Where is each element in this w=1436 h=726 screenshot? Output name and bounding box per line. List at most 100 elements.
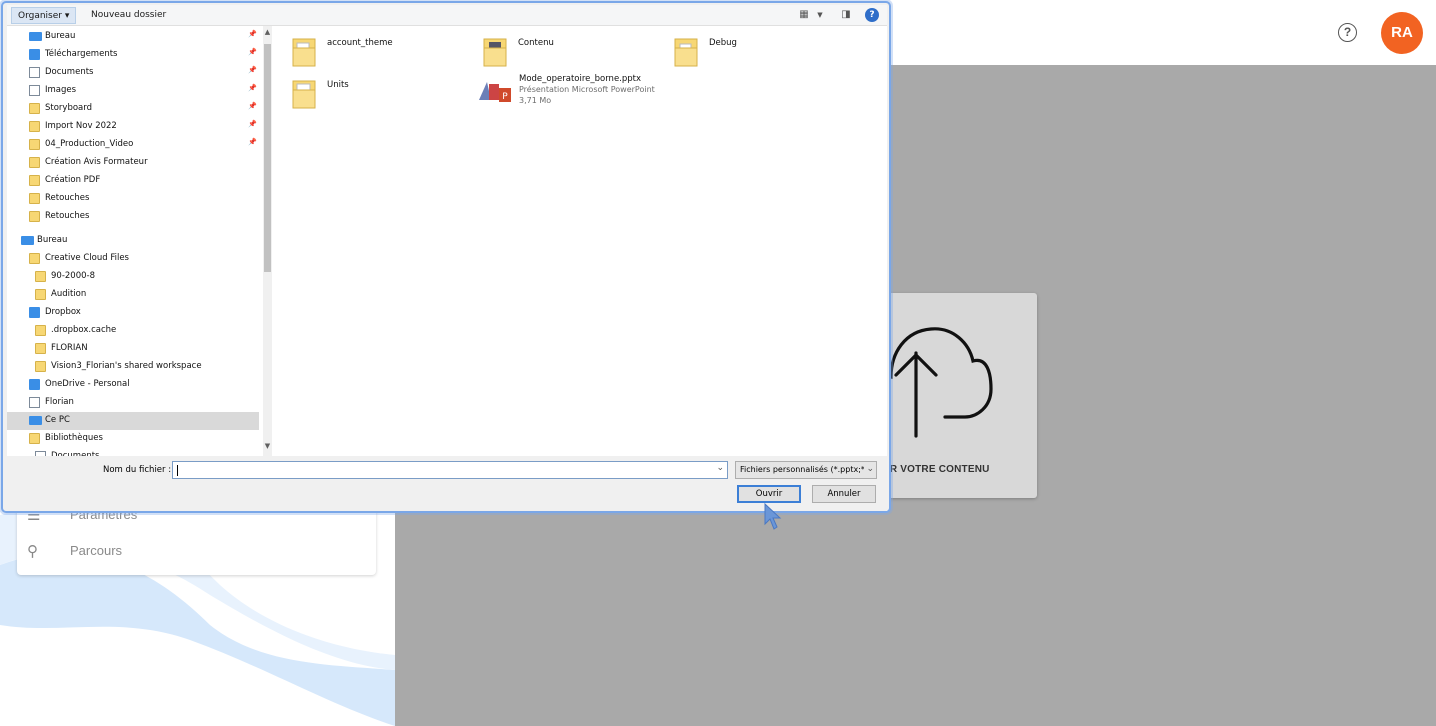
avatar[interactable]: RA — [1381, 12, 1423, 54]
nav-item-label: .dropbox.cache — [51, 325, 117, 335]
synced-folder-icon — [35, 271, 46, 282]
file-name: Debug — [709, 38, 737, 48]
pin-icon: 📌 — [248, 84, 257, 92]
pin-icon: 📌 — [248, 120, 257, 128]
folder-icon — [29, 103, 40, 114]
filetype-select[interactable]: Fichiers personnalisés (*.pptx;*. ⌄ — [735, 461, 877, 479]
folder-icon — [29, 157, 40, 168]
nav-item[interactable]: Retouches — [7, 208, 259, 226]
route-icon: ⚲ — [27, 543, 38, 560]
nav-item[interactable]: Création Avis Formateur — [7, 154, 259, 172]
nav-item[interactable]: 04_Production_Video 📌 — [7, 136, 259, 154]
nav-item[interactable]: Import Nov 2022 📌 — [7, 118, 259, 136]
nav-item[interactable]: Téléchargements 📌 — [7, 46, 259, 64]
help-icon[interactable]: ? — [1338, 23, 1357, 42]
nav-item[interactable]: Ce PC — [7, 412, 259, 430]
synced-folder-icon — [35, 289, 46, 300]
file-item-contenu[interactable]: Contenu — [483, 36, 663, 72]
file-name: Contenu — [518, 38, 554, 48]
sidebar-item-parcours[interactable]: ⚲ Parcours — [17, 534, 376, 570]
nav-item-label: 90-2000-8 — [51, 271, 95, 281]
nav-item-label: Creative Cloud Files — [45, 253, 129, 263]
nav-item[interactable]: Vision3_Florian's shared workspace — [7, 358, 259, 376]
new-folder-button[interactable]: Nouveau dossier — [85, 7, 172, 24]
nav-item[interactable]: Bibliothèques — [7, 430, 259, 448]
dialog-footer: Nom du fichier : ⌄ Fichiers personnalisé… — [7, 456, 887, 511]
folder-icon — [35, 361, 46, 372]
nav-item[interactable]: Florian — [7, 394, 259, 412]
pin-icon: 📌 — [248, 48, 257, 56]
nav-item[interactable]: Création PDF — [7, 172, 259, 190]
file-list-pane: account_theme Contenu Debug Units P Mode… — [272, 26, 887, 456]
nav-item[interactable]: OneDrive - Personal — [7, 376, 259, 394]
dropbox-icon — [29, 307, 40, 318]
sidebar-item-label: Parcours — [70, 543, 123, 558]
folder-icon — [29, 193, 40, 204]
nav-item-label: Bureau — [45, 31, 76, 41]
folder-icon — [29, 175, 40, 186]
folder-icon — [29, 121, 40, 132]
nav-item-label: FLORIAN — [51, 343, 88, 353]
cancel-button[interactable]: Annuler — [812, 485, 876, 503]
onedrive-icon — [29, 379, 40, 390]
nav-item[interactable]: .dropbox.cache — [7, 322, 259, 340]
scroll-up-icon[interactable]: ▲ — [263, 28, 272, 40]
help-icon[interactable]: ? — [865, 8, 879, 22]
nav-item[interactable]: 90-2000-8 — [7, 268, 259, 286]
text-caret — [177, 465, 178, 476]
organiser-button[interactable]: Organiser ▾ — [11, 7, 77, 24]
file-item-debug[interactable]: Debug — [674, 36, 854, 72]
file-item-units[interactable]: Units — [292, 78, 472, 114]
scroll-down-icon[interactable]: ▼ — [263, 442, 272, 454]
nav-item[interactable]: Dropbox — [7, 304, 259, 322]
nav-item-label: Florian — [45, 397, 74, 407]
nav-scrollbar[interactable]: ▲ ▼ — [263, 26, 272, 456]
file-open-dialog: Organiser ▾ Nouveau dossier ▦ ▼ ◨ ? Bure… — [1, 1, 891, 513]
file-name: account_theme — [327, 38, 393, 48]
pc-icon — [29, 416, 42, 425]
powerpoint-file-icon: P — [479, 82, 511, 102]
folder-icon — [674, 38, 698, 67]
nav-item[interactable]: Documents 📌 — [7, 64, 259, 82]
user-icon — [29, 397, 40, 408]
nav-item-label: Images — [45, 85, 77, 95]
svg-text:P: P — [502, 92, 508, 102]
chevron-down-icon[interactable]: ⌄ — [864, 464, 874, 474]
mouse-cursor-icon — [764, 503, 782, 530]
nav-item-label: 04_Production_Video — [45, 139, 134, 149]
nav-item[interactable]: Images 📌 — [7, 82, 259, 100]
documents-icon — [29, 67, 40, 78]
file-item-mode-operatoire[interactable]: P Mode_operatoire_borne.pptx Présentatio… — [477, 74, 677, 114]
nav-item-label: Création PDF — [45, 175, 101, 185]
images-icon — [29, 85, 40, 96]
nav-item-label: Import Nov 2022 — [45, 121, 117, 131]
desktop-icon — [29, 32, 42, 41]
view-options-icon[interactable]: ▦ — [797, 8, 811, 22]
nav-item-label: Audition — [51, 289, 87, 299]
chevron-down-icon[interactable]: ⌄ — [716, 463, 724, 473]
scroll-thumb[interactable] — [264, 44, 271, 272]
nav-item[interactable]: Audition — [7, 286, 259, 304]
nav-item[interactable]: Documents — [7, 448, 259, 456]
nav-item-label: Téléchargements — [45, 49, 118, 59]
nav-item[interactable]: Bureau — [7, 232, 259, 250]
nav-item-label: Retouches — [45, 193, 90, 203]
nav-item-label: Retouches — [45, 211, 90, 221]
file-item-account-theme[interactable]: account_theme — [292, 36, 472, 72]
chevron-down-icon[interactable]: ▼ — [813, 8, 827, 22]
nav-item[interactable]: Storyboard 📌 — [7, 100, 259, 118]
creative-cloud-folder-icon — [29, 253, 40, 264]
nav-item[interactable]: Retouches — [7, 190, 259, 208]
nav-item[interactable]: Bureau 📌 — [7, 28, 259, 46]
filename-input[interactable]: ⌄ — [172, 461, 728, 479]
pin-icon: 📌 — [248, 138, 257, 146]
preview-pane-icon[interactable]: ◨ — [839, 8, 853, 22]
nav-item-label: Bureau — [37, 235, 68, 245]
nav-item[interactable]: Creative Cloud Files — [7, 250, 259, 268]
pin-icon: 📌 — [248, 102, 257, 110]
nav-item-label: OneDrive - Personal — [45, 379, 130, 389]
download-icon — [29, 49, 40, 60]
dialog-toolbar: Organiser ▾ Nouveau dossier ▦ ▼ ◨ ? — [7, 5, 887, 26]
nav-item[interactable]: FLORIAN — [7, 340, 259, 358]
open-button[interactable]: Ouvrir — [737, 485, 801, 503]
